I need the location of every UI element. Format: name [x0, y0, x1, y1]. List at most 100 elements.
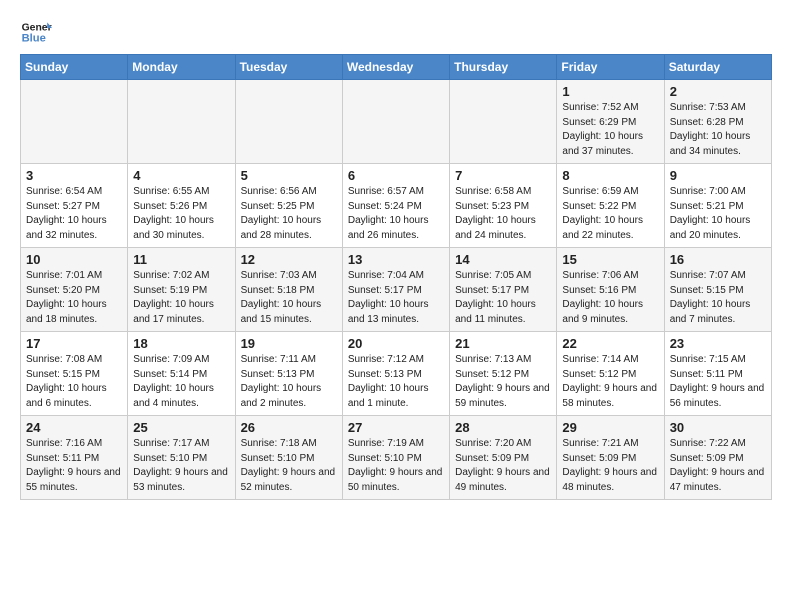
logo: General Blue — [20, 16, 52, 48]
day-info: Sunrise: 7:01 AM Sunset: 5:20 PM Dayligh… — [26, 269, 122, 327]
day-number: 25 — [133, 420, 229, 435]
day-number: 21 — [455, 336, 551, 351]
logo-icon: General Blue — [20, 16, 52, 48]
weekday-header: Sunday — [21, 55, 128, 80]
calendar-cell: 6 Sunrise: 6:57 AM Sunset: 5:24 PM Daylig… — [342, 164, 449, 248]
day-info: Sunrise: 7:05 AM Sunset: 5:17 PM Dayligh… — [455, 269, 551, 327]
day-number: 5 — [241, 168, 337, 183]
calendar-cell: 10 Sunrise: 7:01 AM Sunset: 5:20 PM Dayli… — [21, 248, 128, 332]
calendar-cell: 11Sunrise: 7:02 AM Sunset: 5:19 PM Dayli… — [128, 248, 235, 332]
day-number: 7 — [455, 168, 551, 183]
day-info: Sunrise: 6:54 AM Sunset: 5:27 PM Dayligh… — [26, 185, 122, 243]
calendar-week-row: 24 Sunrise: 7:16 AM Sunset: 5:11 PM Dayli… — [21, 416, 772, 500]
day-number: 22 — [562, 336, 658, 351]
calendar-cell: 9 Sunrise: 7:00 AM Sunset: 5:21 PM Daylig… — [664, 164, 771, 248]
svg-text:Blue: Blue — [22, 33, 46, 45]
calendar-cell: 5 Sunrise: 6:56 AM Sunset: 5:25 PM Daylig… — [235, 164, 342, 248]
calendar-cell: 23Sunrise: 7:15 AM Sunset: 5:11 PM Dayli… — [664, 332, 771, 416]
day-number: 10 — [26, 252, 122, 267]
calendar-cell: 7 Sunrise: 6:58 AM Sunset: 5:23 PM Daylig… — [450, 164, 557, 248]
day-info: Sunrise: 7:04 AM Sunset: 5:17 PM Dayligh… — [348, 269, 444, 327]
day-number: 1 — [562, 84, 658, 99]
weekday-header: Friday — [557, 55, 664, 80]
day-number: 4 — [133, 168, 229, 183]
day-info: Sunrise: 7:53 AM Sunset: 6:28 PM Dayligh… — [670, 101, 766, 159]
day-number: 12 — [241, 252, 337, 267]
day-info: Sunrise: 6:58 AM Sunset: 5:23 PM Dayligh… — [455, 185, 551, 243]
calendar-cell — [235, 80, 342, 164]
day-info: Sunrise: 7:11 AM Sunset: 5:13 PM Dayligh… — [241, 353, 337, 411]
calendar-cell — [450, 80, 557, 164]
day-info: Sunrise: 7:12 AM Sunset: 5:13 PM Dayligh… — [348, 353, 444, 411]
calendar-cell: 3 Sunrise: 6:54 AM Sunset: 5:27 PM Daylig… — [21, 164, 128, 248]
day-info: Sunrise: 7:20 AM Sunset: 5:09 PM Dayligh… — [455, 437, 551, 495]
calendar-cell: 28 Sunrise: 7:20 AM Sunset: 5:09 PM Dayli… — [450, 416, 557, 500]
calendar-cell — [21, 80, 128, 164]
day-number: 26 — [241, 420, 337, 435]
calendar-cell: 29Sunrise: 7:21 AM Sunset: 5:09 PM Dayli… — [557, 416, 664, 500]
day-number: 24 — [26, 420, 122, 435]
calendar-cell: 27 Sunrise: 7:19 AM Sunset: 5:10 PM Dayli… — [342, 416, 449, 500]
calendar-cell: 4 Sunrise: 6:55 AM Sunset: 5:26 PM Daylig… — [128, 164, 235, 248]
day-info: Sunrise: 7:09 AM Sunset: 5:14 PM Dayligh… — [133, 353, 229, 411]
day-info: Sunrise: 7:22 AM Sunset: 5:09 PM Dayligh… — [670, 437, 766, 495]
calendar-week-row: 17Sunrise: 7:08 AM Sunset: 5:15 PM Dayli… — [21, 332, 772, 416]
day-number: 13 — [348, 252, 444, 267]
day-number: 6 — [348, 168, 444, 183]
calendar-week-row: 3 Sunrise: 6:54 AM Sunset: 5:27 PM Daylig… — [21, 164, 772, 248]
day-number: 27 — [348, 420, 444, 435]
day-info: Sunrise: 7:06 AM Sunset: 5:16 PM Dayligh… — [562, 269, 658, 327]
day-number: 2 — [670, 84, 766, 99]
day-number: 18 — [133, 336, 229, 351]
day-number: 9 — [670, 168, 766, 183]
day-number: 17 — [26, 336, 122, 351]
weekday-header: Monday — [128, 55, 235, 80]
day-number: 28 — [455, 420, 551, 435]
day-number: 3 — [26, 168, 122, 183]
day-info: Sunrise: 7:17 AM Sunset: 5:10 PM Dayligh… — [133, 437, 229, 495]
day-info: Sunrise: 6:56 AM Sunset: 5:25 PM Dayligh… — [241, 185, 337, 243]
calendar-cell: 1 Sunrise: 7:52 AM Sunset: 6:29 PM Daylig… — [557, 80, 664, 164]
day-number: 29 — [562, 420, 658, 435]
day-info: Sunrise: 6:59 AM Sunset: 5:22 PM Dayligh… — [562, 185, 658, 243]
calendar-cell: 24 Sunrise: 7:16 AM Sunset: 5:11 PM Dayli… — [21, 416, 128, 500]
day-info: Sunrise: 7:19 AM Sunset: 5:10 PM Dayligh… — [348, 437, 444, 495]
day-info: Sunrise: 6:57 AM Sunset: 5:24 PM Dayligh… — [348, 185, 444, 243]
weekday-header: Wednesday — [342, 55, 449, 80]
day-number: 14 — [455, 252, 551, 267]
day-info: Sunrise: 7:18 AM Sunset: 5:10 PM Dayligh… — [241, 437, 337, 495]
day-number: 30 — [670, 420, 766, 435]
calendar-cell: 20 Sunrise: 7:12 AM Sunset: 5:13 PM Dayli… — [342, 332, 449, 416]
day-number: 16 — [670, 252, 766, 267]
calendar-cell: 30 Sunrise: 7:22 AM Sunset: 5:09 PM Dayli… — [664, 416, 771, 500]
calendar-cell: 21 Sunrise: 7:13 AM Sunset: 5:12 PM Dayli… — [450, 332, 557, 416]
weekday-header: Thursday — [450, 55, 557, 80]
day-info: Sunrise: 7:03 AM Sunset: 5:18 PM Dayligh… — [241, 269, 337, 327]
day-info: Sunrise: 7:00 AM Sunset: 5:21 PM Dayligh… — [670, 185, 766, 243]
day-info: Sunrise: 7:13 AM Sunset: 5:12 PM Dayligh… — [455, 353, 551, 411]
calendar-cell: 8 Sunrise: 6:59 AM Sunset: 5:22 PM Daylig… — [557, 164, 664, 248]
day-info: Sunrise: 7:52 AM Sunset: 6:29 PM Dayligh… — [562, 101, 658, 159]
header: General Blue — [20, 16, 772, 48]
calendar-cell: 19Sunrise: 7:11 AM Sunset: 5:13 PM Dayli… — [235, 332, 342, 416]
calendar-cell — [128, 80, 235, 164]
day-number: 8 — [562, 168, 658, 183]
weekday-header: Saturday — [664, 55, 771, 80]
calendar-cell — [342, 80, 449, 164]
calendar-cell: 13 Sunrise: 7:04 AM Sunset: 5:17 PM Dayli… — [342, 248, 449, 332]
day-info: Sunrise: 6:55 AM Sunset: 5:26 PM Dayligh… — [133, 185, 229, 243]
day-number: 20 — [348, 336, 444, 351]
calendar-week-row: 10 Sunrise: 7:01 AM Sunset: 5:20 PM Dayli… — [21, 248, 772, 332]
day-info: Sunrise: 7:07 AM Sunset: 5:15 PM Dayligh… — [670, 269, 766, 327]
day-number: 15 — [562, 252, 658, 267]
day-info: Sunrise: 7:16 AM Sunset: 5:11 PM Dayligh… — [26, 437, 122, 495]
calendar-cell: 12 Sunrise: 7:03 AM Sunset: 5:18 PM Dayli… — [235, 248, 342, 332]
day-number: 11 — [133, 252, 229, 267]
calendar-table: SundayMondayTuesdayWednesdayThursdayFrid… — [20, 54, 772, 500]
calendar-cell: 22Sunrise: 7:14 AM Sunset: 5:12 PM Dayli… — [557, 332, 664, 416]
calendar-cell: 25 Sunrise: 7:17 AM Sunset: 5:10 PM Dayli… — [128, 416, 235, 500]
calendar-body: 1 Sunrise: 7:52 AM Sunset: 6:29 PM Daylig… — [21, 80, 772, 500]
weekday-header: Tuesday — [235, 55, 342, 80]
calendar-cell: 17Sunrise: 7:08 AM Sunset: 5:15 PM Dayli… — [21, 332, 128, 416]
calendar-cell: 18 Sunrise: 7:09 AM Sunset: 5:14 PM Dayli… — [128, 332, 235, 416]
